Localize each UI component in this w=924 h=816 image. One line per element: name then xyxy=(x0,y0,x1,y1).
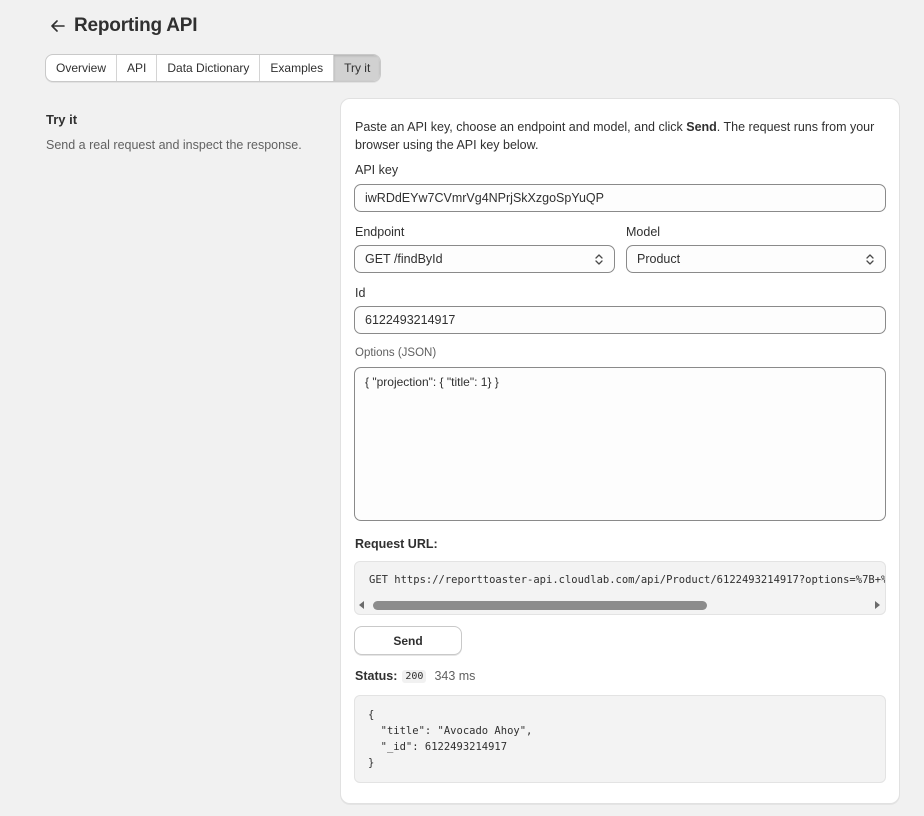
request-url-text: GET https://reporttoaster-api.cloudlab.c… xyxy=(369,574,886,586)
response-time: 343 ms xyxy=(434,669,476,683)
send-button[interactable]: Send xyxy=(354,626,462,655)
tab-examples[interactable]: Examples xyxy=(260,55,335,81)
id-input[interactable]: 6122493214917 xyxy=(354,306,886,334)
tab-data-dictionary[interactable]: Data Dictionary xyxy=(157,55,261,81)
api-key-input[interactable]: iwRDdEYw7CVmrVg4NPrjSkXzgoSpYuQP xyxy=(354,184,886,212)
try-it-card: Paste an API key, choose an endpoint and… xyxy=(340,98,900,804)
options-label: Options (JSON) xyxy=(355,347,437,359)
select-chevron-icon xyxy=(865,252,875,266)
scroll-right-icon[interactable] xyxy=(875,601,880,609)
endpoint-value: GET /findById xyxy=(365,252,443,266)
model-value: Product xyxy=(637,252,681,266)
section-description: Send a real request and inspect the resp… xyxy=(46,138,302,152)
tab-bar: Overview API Data Dictionary Examples Tr… xyxy=(45,54,382,82)
intro-text: Paste an API key, choose an endpoint and… xyxy=(355,120,875,152)
api-key-label: API key xyxy=(355,163,399,177)
id-label: Id xyxy=(355,286,366,300)
model-select[interactable]: Product xyxy=(626,245,886,273)
options-textarea[interactable]: { "projection": { "title": 1} } xyxy=(354,367,886,521)
status-row: Status: 200 343 ms xyxy=(355,669,475,683)
endpoint-select[interactable]: GET /findById xyxy=(354,245,615,273)
scroll-left-icon[interactable] xyxy=(359,601,364,609)
request-url-box: GET https://reporttoaster-api.cloudlab.c… xyxy=(354,561,886,615)
response-body: { "title": "Avocado Ahoy", "_id": 612249… xyxy=(354,695,886,783)
page-title: Reporting API xyxy=(74,15,198,36)
endpoint-label: Endpoint xyxy=(355,225,405,239)
horizontal-scrollbar-thumb[interactable] xyxy=(373,601,707,610)
status-label: Status: xyxy=(355,669,398,683)
section-title: Try it xyxy=(46,112,78,127)
arrow-left-icon[interactable] xyxy=(48,16,68,36)
model-label: Model xyxy=(626,225,661,239)
page-header: Reporting API xyxy=(48,12,198,40)
tab-api[interactable]: API xyxy=(117,55,158,81)
tab-overview[interactable]: Overview xyxy=(46,55,118,81)
select-chevron-icon xyxy=(594,252,604,266)
intro-send-emphasis: Send xyxy=(686,120,717,134)
status-code-badge: 200 xyxy=(402,669,427,683)
request-url-label: Request URL: xyxy=(355,537,438,551)
tab-try-it[interactable]: Try it xyxy=(334,55,381,81)
